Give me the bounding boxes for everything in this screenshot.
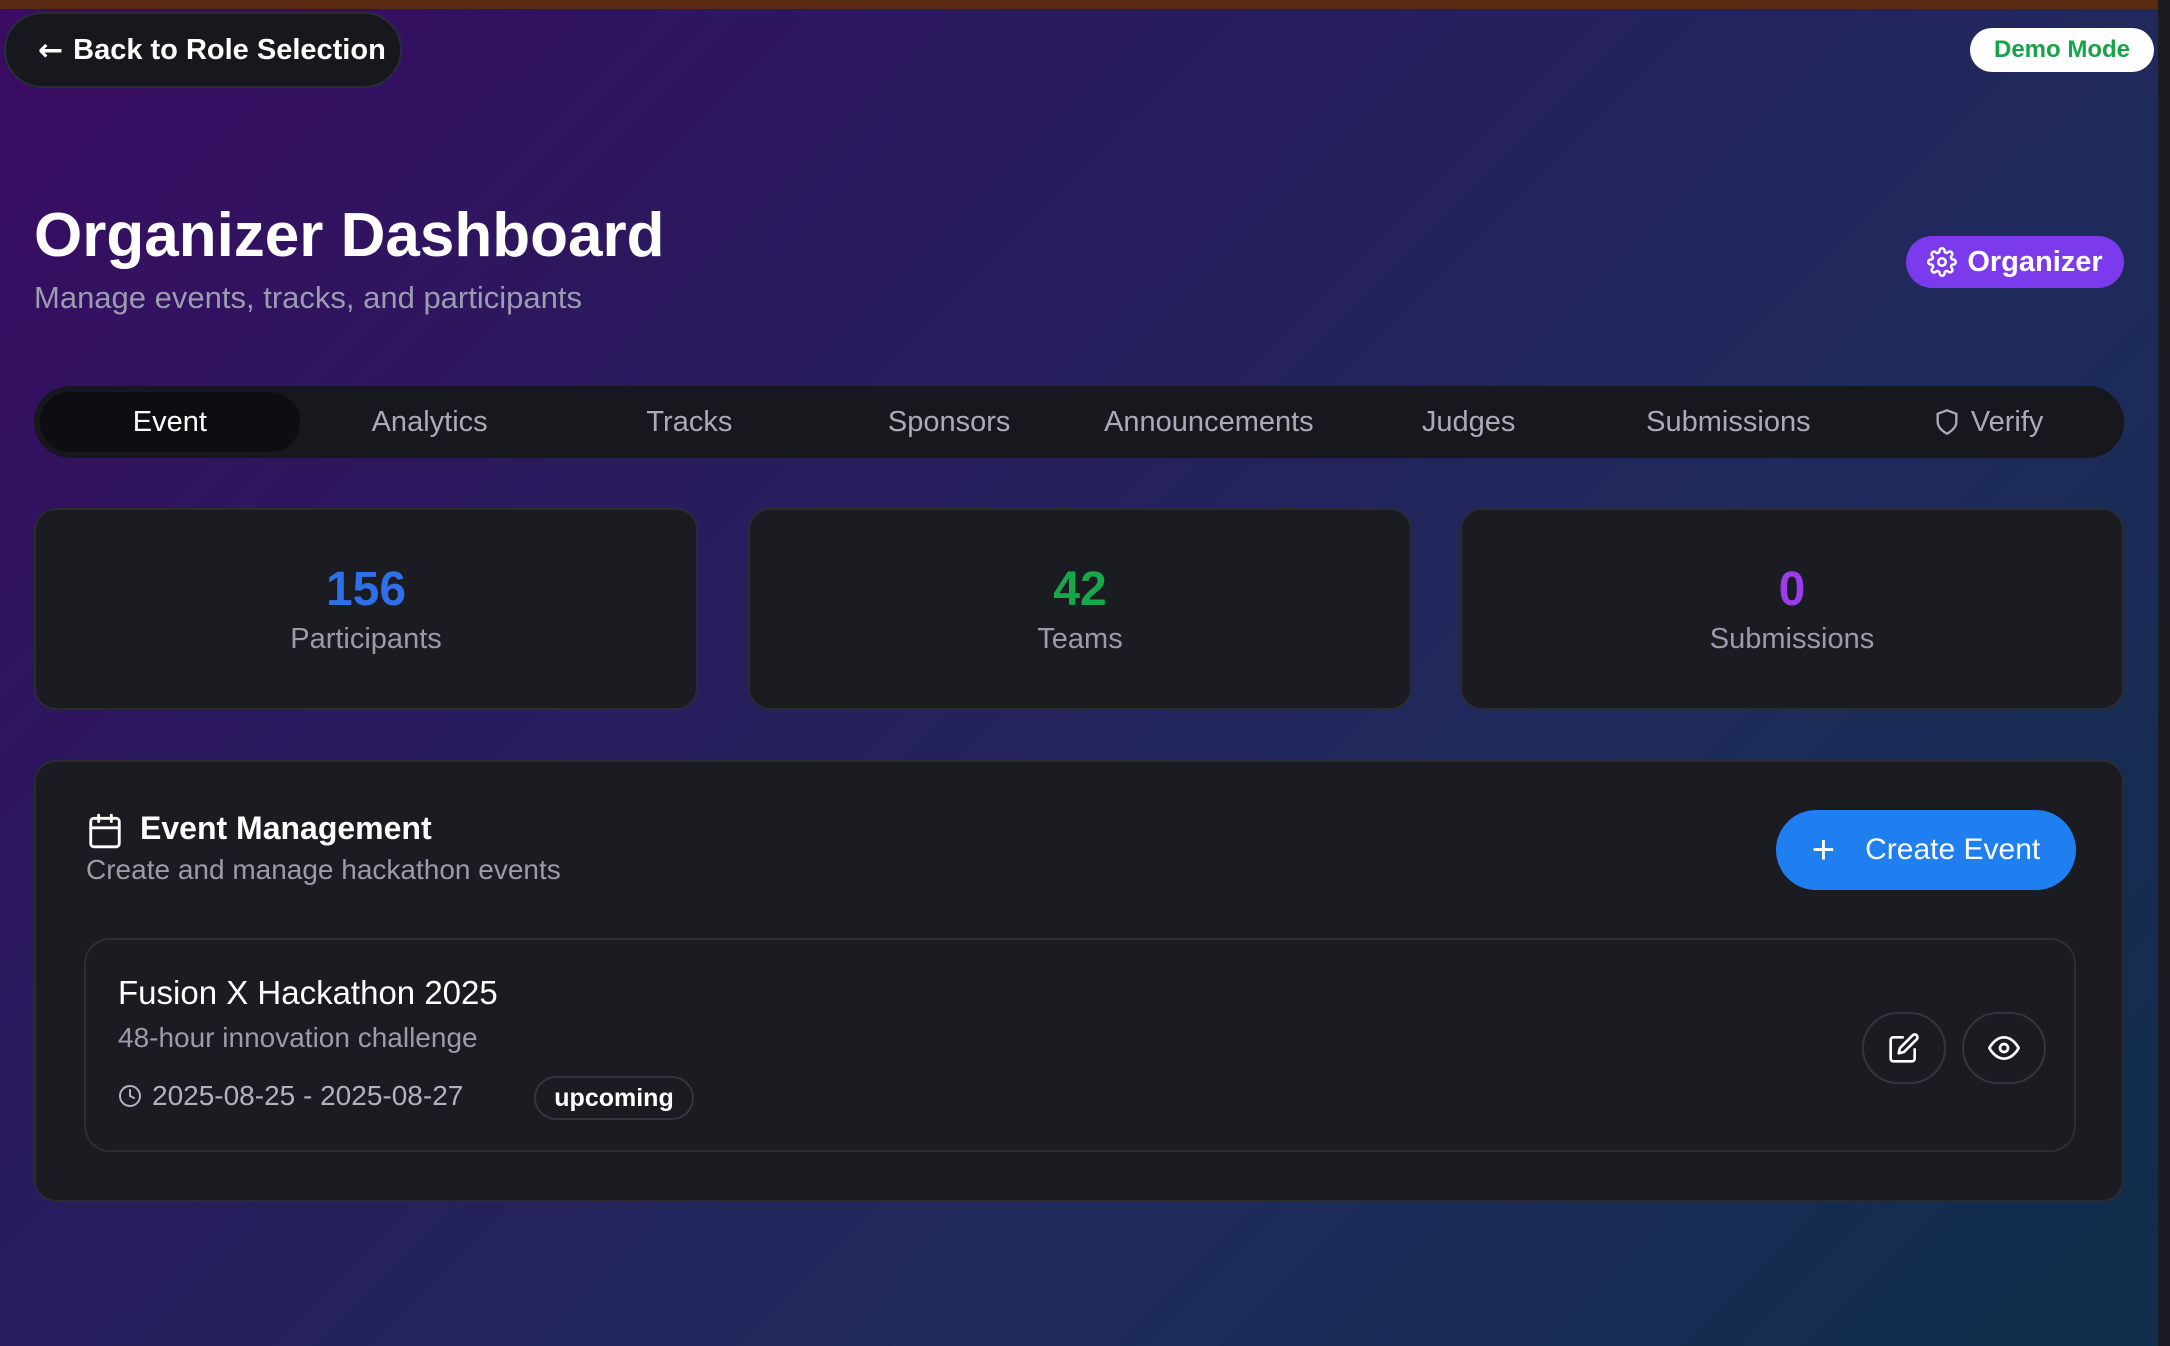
arrow-left-icon: ← [38,32,64,68]
event-management-panel: Event Management Create and manage hacka… [34,760,2124,1202]
demo-mode-badge: Demo Mode [1970,28,2154,72]
tab-label: Event [132,405,207,438]
edit-icon [1889,1033,1919,1063]
stat-card-participants: 156 Participants [34,508,698,710]
role-badge: Organizer [1906,236,2124,288]
tab-label: Judges [1421,405,1516,438]
panel-title: Event Management [140,810,432,846]
tab-judges[interactable]: Judges [1339,392,1599,452]
top-border [0,0,2170,9]
plus-icon: + [1811,828,1836,872]
stat-value: 42 [1053,563,1107,616]
view-event-button[interactable] [1962,1012,2046,1084]
tab-label: Tracks [646,405,733,438]
tab-announcements[interactable]: Announcements [1079,392,1339,452]
stat-label: Submissions [1709,623,1875,655]
event-card: Fusion X Hackathon 2025 48-hour innovati… [84,938,2076,1152]
back-to-role-selection-button[interactable]: ← Back to Role Selection [4,12,402,88]
dashboard-tabs: Event Analytics Tracks Sponsors Announce… [34,386,2124,458]
event-name: Fusion X Hackathon 2025 [118,974,498,1011]
tab-analytics[interactable]: Analytics [300,392,560,452]
status-badge: upcoming [534,1076,694,1120]
event-dates-text: 2025-08-25 - 2025-08-27 [152,1080,464,1111]
stat-value: 0 [1778,563,1806,616]
create-event-button[interactable]: + Create Event [1776,810,2076,890]
stat-label: Participants [290,623,442,655]
tab-label: Submissions [1646,405,1811,438]
tab-label: Sponsors [887,405,1011,438]
create-event-label: Create Event [1865,833,2041,866]
window-edge [2158,0,2170,1346]
clock-icon [119,1085,141,1107]
event-description: 48-hour innovation challenge [118,1022,478,1053]
stat-value: 156 [325,563,407,616]
page-subtitle: Manage events, tracks, and participants [34,280,582,315]
shield-icon [1936,409,1958,435]
event-dates: 2025-08-25 - 2025-08-27 [118,1080,463,1112]
back-button-label: Back to Role Selection [73,33,386,66]
stat-label: Teams [1037,623,1123,655]
tab-sponsors[interactable]: Sponsors [819,392,1079,452]
tab-submissions[interactable]: Submissions [1599,392,1859,452]
tab-label: Verify [1970,405,2044,438]
calendar-icon [89,813,121,849]
tab-tracks[interactable]: Tracks [560,392,820,452]
gear-icon [1927,247,1958,277]
edit-event-button[interactable] [1862,1012,1946,1084]
role-badge-label: Organizer [1967,245,2103,278]
page-title: Organizer Dashboard [34,201,665,270]
tab-verify[interactable]: Verify [1858,392,2118,452]
tab-event[interactable]: Event [40,392,300,452]
tab-label: Announcements [1104,405,1314,438]
tab-label: Analytics [371,405,488,438]
stat-card-teams: 42 Teams [748,508,1412,710]
eye-icon [1988,1036,2020,1060]
panel-subtitle: Create and manage hackathon events [86,854,561,885]
stat-card-submissions: 0 Submissions [1460,508,2124,710]
